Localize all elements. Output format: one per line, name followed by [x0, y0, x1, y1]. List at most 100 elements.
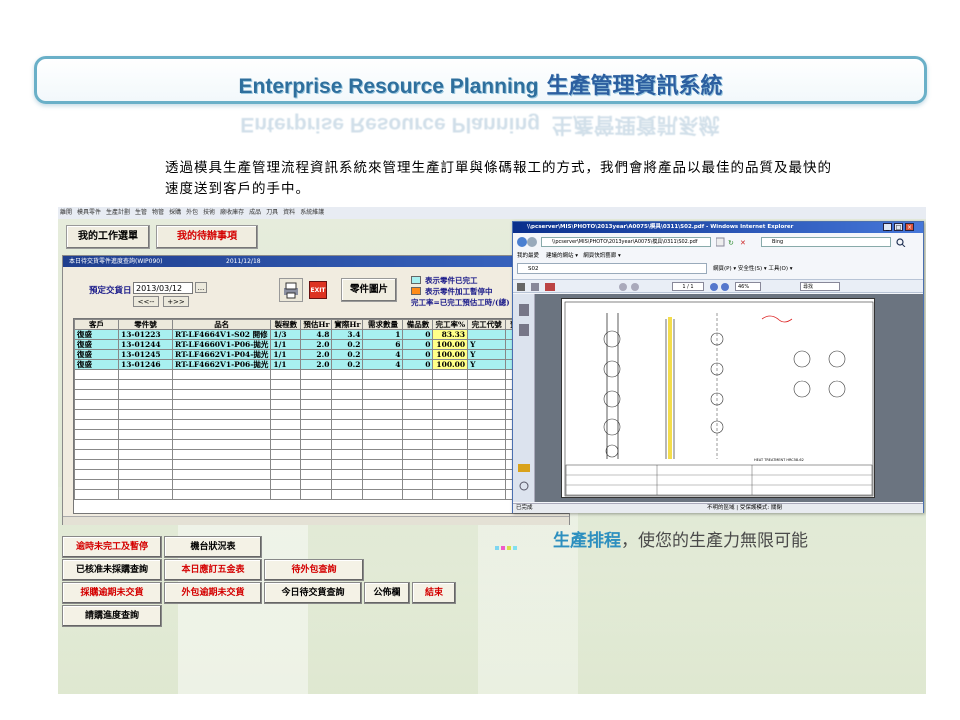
ie-statusbar: 已完成 不明的區域 | 受保護模式: 關閉: [513, 503, 923, 513]
column-header[interactable]: 預估Hr: [300, 319, 333, 330]
today-delivery-button[interactable]: 今日待交貨查詢: [264, 582, 362, 604]
minimize-button[interactable]: _: [883, 223, 892, 231]
banner-reflection: Enterprise Resource Planning 生產管理資訊系統: [240, 113, 720, 136]
empty-row: [74, 489, 531, 500]
command-bar[interactable]: 網頁(P) ▾ 安全性(S) ▾ 工具(O) ▾: [713, 264, 793, 272]
status-zone: 不明的區域 | 受保護模式: 關閉: [707, 505, 782, 511]
next-date-button[interactable]: +>>: [163, 296, 189, 307]
menu-item[interactable]: 離開: [60, 209, 72, 216]
menu-item[interactable]: 生產計劃: [106, 209, 130, 216]
ie-pdf-window: \\pcserver\MIS\PHOTO\2013year\A0075\模具\0…: [512, 221, 924, 513]
web-slice-link[interactable]: 網頁快訊藝廊 ▾: [583, 253, 621, 259]
refresh-stop-icon[interactable]: ↻ ✕: [716, 237, 758, 247]
close-app-button[interactable]: 結束: [412, 582, 456, 604]
column-header[interactable]: 製程數: [270, 319, 302, 330]
menu-item[interactable]: 生管: [135, 209, 147, 216]
menu-item[interactable]: 物管: [152, 209, 164, 216]
address-bar[interactable]: \\pcserver\MIS\PHOTO\2013year\A0075\模具\0…: [541, 237, 711, 247]
search-input[interactable]: Bing: [761, 237, 891, 247]
menu-item[interactable]: 系統維護: [300, 209, 324, 216]
tab-s02[interactable]: S02: [517, 263, 707, 274]
column-header[interactable]: 客戶: [74, 319, 119, 330]
favorites-bar: 我的最愛 建議的網站 ▾ 網頁快訊藝廊 ▾: [517, 251, 621, 259]
banner-title-zh: 生產管理資訊系統: [546, 73, 723, 98]
parts-image-button[interactable]: 零件圖片: [341, 278, 397, 302]
tagline-highlight: 生產排程: [553, 531, 621, 551]
maximize-button[interactable]: □: [894, 223, 903, 231]
pdf-viewer[interactable]: HEAT TREATMENT HRC58-62: [535, 294, 923, 502]
table-cell: 13-01244: [118, 339, 173, 350]
planned-date-input[interactable]: 2013/03/12: [133, 282, 193, 294]
request-progress-button[interactable]: 請購進度查詢: [62, 605, 162, 627]
empty-row: [74, 469, 531, 480]
table-cell: 3.4: [331, 329, 364, 340]
table-row[interactable]: 復盛 13-01245 RT-LF4662V1-P04-拋光 1/1 2.0 0.2 4 0 1…: [74, 349, 531, 360]
svg-text:↻: ↻: [728, 239, 734, 247]
column-header[interactable]: 備品數: [402, 319, 434, 330]
purchase-overdue-button[interactable]: 採購逾期未交貨: [62, 582, 162, 604]
table-cell: 100.00: [432, 359, 469, 370]
svg-text:✕: ✕: [740, 239, 746, 247]
menu-item[interactable]: 採購: [169, 209, 181, 216]
favorites-link[interactable]: 我的最愛: [517, 253, 539, 259]
drawing-heat-treatment-note: HEAT TREATMENT HRC58-62: [754, 458, 804, 462]
menu-item[interactable]: 刀具: [266, 209, 278, 216]
table-cell: 0.2: [331, 359, 364, 370]
menu-item[interactable]: 外包: [186, 209, 198, 216]
table-cell: 13-01223: [118, 329, 173, 340]
column-header[interactable]: 零件號: [118, 319, 173, 330]
empty-row: [74, 379, 531, 390]
horizontal-scrollbar[interactable]: [63, 516, 569, 525]
table-cell: 4: [362, 359, 404, 370]
outsource-query-button[interactable]: 待外包查詢: [264, 559, 364, 581]
banner-title-en: Enterprise Resource Planning: [238, 75, 539, 98]
table-row[interactable]: 復盛 13-01246 RT-LF4662V1-P06-拋光 1/1 2.0 0.2 4 0 1…: [74, 359, 531, 370]
print-button[interactable]: [279, 278, 303, 302]
pdf-find-input[interactable]: 尋找: [800, 282, 840, 291]
status-done: 已完成: [516, 505, 533, 511]
approved-not-purchased-button[interactable]: 已核准未採購查詢: [62, 559, 162, 581]
legend-done-swatch: [411, 276, 421, 284]
exit-button[interactable]: EXIT: [309, 281, 327, 299]
search-icon[interactable]: [895, 237, 907, 247]
close-button[interactable]: ×: [905, 223, 914, 231]
pdf-zoom-select[interactable]: 46%: [735, 282, 761, 291]
table-cell: 1/1: [270, 339, 302, 350]
date-picker-button[interactable]: ...: [195, 282, 207, 293]
menu-item[interactable]: 成品: [249, 209, 261, 216]
suggested-sites-link[interactable]: 建議的網站 ▾: [546, 253, 578, 259]
pdf-tool-icons[interactable]: [517, 282, 667, 292]
zoom-icons[interactable]: [709, 282, 733, 292]
table-row[interactable]: 復盛 13-01223 RT-LF4664V1-S02 開修 1/3 4.8 3.4 1 0 8…: [74, 329, 531, 340]
machine-status-button[interactable]: 機台狀況表: [164, 536, 262, 558]
column-header[interactable]: 完工率%: [432, 319, 469, 330]
bulletin-button[interactable]: 公佈欄: [364, 582, 410, 604]
menu-item[interactable]: 廠收庫存: [220, 209, 244, 216]
overdue-suspended-button[interactable]: 逾時未完工及暫停: [62, 536, 162, 558]
legend-paused-swatch: [411, 287, 421, 295]
pdf-sidebar: [513, 294, 535, 502]
menu-item[interactable]: 模具零件: [77, 209, 101, 216]
today-hardware-button[interactable]: 本日應訂五金表: [164, 559, 262, 581]
menu-item[interactable]: 資料: [283, 209, 295, 216]
table-cell: 6: [362, 339, 404, 350]
empty-row: [74, 429, 531, 440]
pdf-page-input[interactable]: 1 / 1: [672, 282, 704, 291]
table-cell: 2.0: [300, 339, 333, 350]
my-todo-button[interactable]: 我的待辦事項: [156, 225, 258, 249]
column-header[interactable]: 實際Hr: [331, 319, 364, 330]
title-banner: Enterprise Resource Planning 生產管理資訊系統: [34, 56, 927, 104]
menu-item[interactable]: 技術: [203, 209, 215, 216]
back-forward-icon[interactable]: [516, 236, 538, 248]
column-header[interactable]: 需求數量: [362, 319, 404, 330]
tagline-rest: ，使您的生產力無限可能: [621, 531, 808, 551]
prev-date-button[interactable]: <<--: [133, 296, 159, 307]
my-work-menu-button[interactable]: 我的工作選單: [66, 225, 150, 249]
column-header[interactable]: 完工代號: [467, 319, 507, 330]
table-cell: 0: [402, 339, 434, 350]
pdf-sidebar-icons[interactable]: [513, 294, 535, 502]
column-header[interactable]: 品名: [171, 319, 272, 330]
table-cell: 2.0: [300, 359, 333, 370]
table-row[interactable]: 復盛 13-01244 RT-LF4660V1-P06-拋光 1/1 2.0 0.2 6 0 1…: [74, 339, 531, 350]
outsource-overdue-button[interactable]: 外包逾期未交貨: [164, 582, 262, 604]
